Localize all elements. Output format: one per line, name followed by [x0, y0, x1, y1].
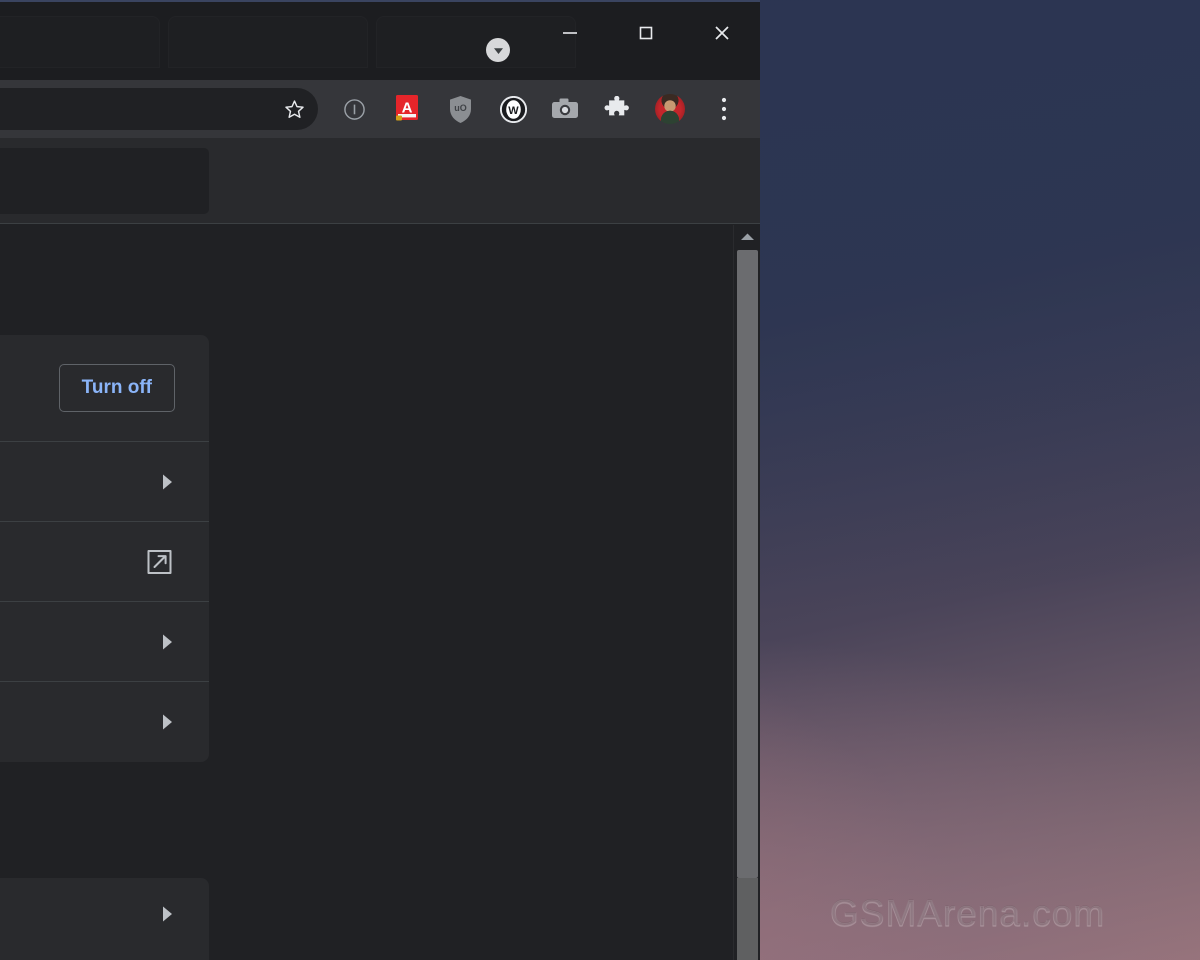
address-bar[interactable]	[0, 88, 318, 130]
screenshot-extension-icon[interactable]	[541, 80, 589, 138]
maximize-button[interactable]	[623, 10, 669, 56]
svg-text:A: A	[402, 100, 413, 117]
settings-row-expand-3[interactable]	[0, 682, 209, 762]
settings-row-expand-2[interactable]	[0, 602, 209, 682]
settings-row-expand-4[interactable]	[0, 878, 209, 950]
settings-card-secondary	[0, 878, 209, 960]
chevron-down-icon[interactable]	[486, 38, 510, 62]
star-icon[interactable]	[282, 97, 306, 121]
puzzle-piece-icon[interactable]	[593, 80, 641, 138]
browser-tab[interactable]	[168, 16, 368, 68]
scrollbar-track[interactable]	[737, 878, 758, 960]
chevron-right-icon[interactable]	[160, 905, 174, 923]
scrollbar-thumb[interactable]	[737, 250, 758, 878]
minimize-button[interactable]	[547, 10, 593, 56]
svg-text:uO: uO	[454, 103, 467, 113]
settings-card-primary: Turn off	[0, 335, 209, 762]
external-link-icon[interactable]	[145, 547, 174, 576]
svg-text:W: W	[508, 105, 519, 117]
three-dots-vertical-icon[interactable]	[700, 80, 748, 138]
wappalyzer-extension-icon[interactable]: W	[489, 80, 537, 138]
close-button[interactable]	[699, 10, 745, 56]
browser-tab[interactable]	[376, 16, 576, 68]
bookmark-item[interactable]	[0, 148, 209, 214]
avatar	[655, 94, 685, 124]
page-info-icon[interactable]	[330, 80, 378, 138]
browser-toolbar: A uO W	[0, 80, 760, 138]
scroll-up-arrow-icon[interactable]	[734, 225, 760, 247]
bookmarks-bar	[0, 138, 760, 224]
chevron-right-icon[interactable]	[160, 633, 174, 651]
settings-row-expand-1[interactable]	[0, 442, 209, 522]
browser-tab[interactable]	[0, 16, 160, 68]
adobe-acrobat-extension-icon[interactable]: A	[383, 80, 431, 138]
gsmarena-watermark: GSMArena.com	[829, 893, 1106, 935]
profile-avatar[interactable]	[646, 80, 694, 138]
settings-row-turn-off[interactable]: Turn off	[0, 335, 209, 442]
settings-page-content: Turn off	[0, 225, 760, 960]
settings-row-external-link[interactable]	[0, 522, 209, 602]
ublock-origin-extension-icon[interactable]: uO	[436, 80, 484, 138]
chevron-right-icon[interactable]	[160, 473, 174, 491]
vertical-scrollbar[interactable]	[733, 225, 760, 960]
browser-title-bar	[0, 0, 760, 80]
chrome-browser-window: A uO W Turn off	[0, 0, 760, 960]
turn-off-button[interactable]: Turn off	[58, 364, 175, 412]
chevron-right-icon[interactable]	[160, 713, 174, 731]
